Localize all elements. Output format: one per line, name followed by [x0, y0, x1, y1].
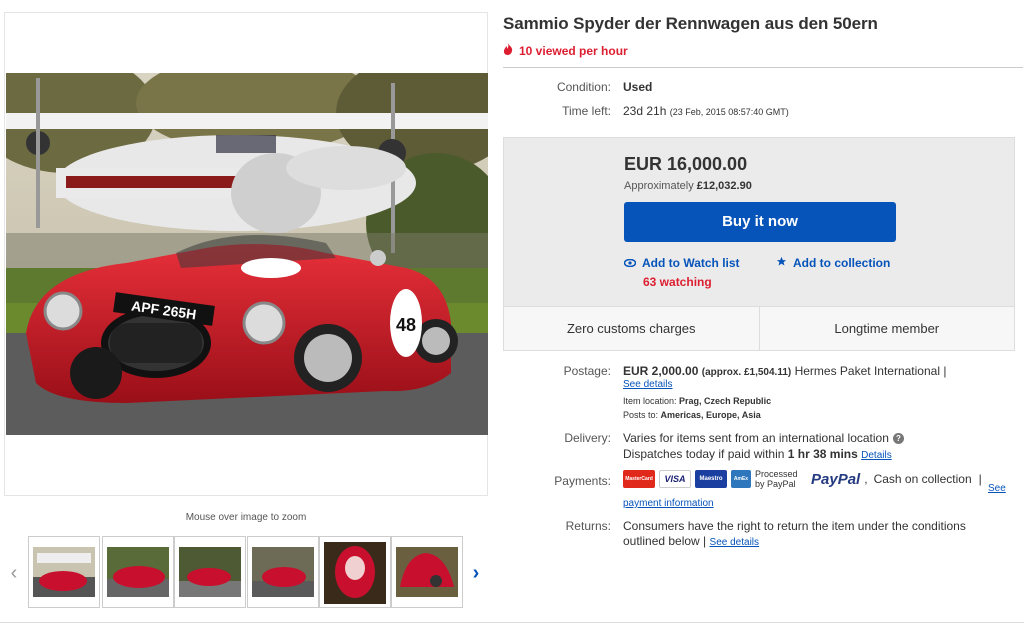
item-title: Sammio Spyder der Rennwagen aus den 50er…	[503, 14, 878, 33]
posts-to-label: Posts to:	[623, 410, 659, 420]
hot-text: 10 viewed per hour	[519, 43, 628, 58]
price-approx-prefix: Approximately	[624, 180, 697, 192]
price-box: EUR 16,000.00 Approximately £12,032.90 B…	[503, 137, 1015, 307]
postage-value: EUR 2,000.00 (approx. £1,504.11) Hermes …	[623, 364, 1013, 378]
buy-it-now-button[interactable]: Buy it now	[624, 202, 896, 242]
item-location: Item location: Prag, Czech Republic	[623, 396, 771, 406]
flame-icon	[503, 43, 513, 58]
returns-label: Returns:	[565, 519, 611, 533]
thumbnail-4[interactable]	[247, 536, 319, 608]
thumbnail-1[interactable]	[28, 536, 100, 608]
condition-value: Used	[623, 80, 653, 94]
condition-label: Condition:	[556, 80, 611, 94]
item-location-value: Prag, Czech Republic	[679, 396, 772, 406]
returns-text: Consumers have the right to return the i…	[623, 519, 966, 548]
time-left-value: 23d 21h (23 Feb, 2015 08:57:40 GMT)	[623, 104, 789, 118]
main-image-frame[interactable]: 48 APF 265H	[4, 12, 488, 496]
dispatch-prefix: Dispatches today if paid within	[623, 447, 788, 461]
thumbnail-6[interactable]	[391, 536, 463, 608]
posts-to: Posts to: Americas, Europe, Asia	[623, 410, 761, 420]
postage-approx: (approx. £1,504.11)	[701, 367, 792, 378]
postage-service: Hermes Paket International |	[794, 364, 947, 378]
star-icon	[776, 256, 787, 270]
item-location-label: Item location:	[623, 396, 677, 406]
seller-badges: Zero customs charges Longtime member	[503, 307, 1015, 351]
returns-see-details-link[interactable]: See details	[710, 537, 759, 548]
postage-label: Postage:	[563, 364, 611, 378]
badge-zero-customs: Zero customs charges	[504, 307, 760, 350]
payments-label: Payments:	[554, 474, 611, 488]
divider	[0, 622, 1024, 623]
eye-icon	[623, 256, 637, 270]
time-left-duration: 23d 21h	[623, 104, 667, 118]
watch-list-label: Add to Watch list	[642, 256, 740, 270]
divider	[503, 67, 1023, 68]
time-left-label: Time left:	[562, 104, 611, 118]
returns-policy: Consumers have the right to return the i…	[623, 519, 998, 550]
postage-amount: EUR 2,000.00	[623, 364, 699, 378]
postage-see-details[interactable]: See details	[623, 379, 672, 390]
see-payment-information[interactable]: See payment information	[623, 483, 1006, 509]
chevron-right-icon[interactable]: ›	[466, 558, 486, 588]
chevron-left-icon[interactable]: ‹	[4, 558, 24, 588]
postage-see-details-link[interactable]: See details	[623, 379, 672, 390]
time-left-end: (23 Feb, 2015 08:57:40 GMT)	[669, 107, 789, 117]
add-to-watch-list-link[interactable]: Add to Watch list	[623, 256, 740, 270]
thumbnail-3[interactable]	[174, 536, 246, 608]
delivery-details-link[interactable]: Details	[861, 450, 892, 461]
delivery-line-1: Varies for items sent from an internatio…	[623, 431, 904, 445]
price: EUR 16,000.00	[624, 154, 748, 174]
hot-indicator: 10 viewed per hour	[503, 43, 628, 58]
dispatch-time: 1 hr 38 mins	[787, 447, 858, 461]
thumbnail-5[interactable]	[319, 536, 391, 608]
price-approx: Approximately £12,032.90	[624, 180, 752, 192]
thumbnail-2[interactable]	[102, 536, 174, 608]
thumbnail-strip: ‹ ›	[4, 536, 488, 612]
zoom-hint: Mouse over image to zoom	[185, 512, 307, 523]
main-product-image[interactable]: 48 APF 265H	[6, 73, 488, 435]
add-to-collection-link[interactable]: Add to collection	[776, 256, 890, 270]
watching-count: 63 watching	[643, 275, 712, 289]
car-race-number: 48	[396, 315, 416, 335]
badge-longtime-member: Longtime member	[759, 307, 1014, 350]
payment-information-link[interactable]: See payment information	[623, 481, 1013, 511]
posts-to-value: Americas, Europe, Asia	[660, 410, 761, 420]
price-approx-value: £12,032.90	[696, 180, 752, 192]
delivery-line-2: Dispatches today if paid within 1 hr 38 …	[623, 447, 892, 461]
collection-label: Add to collection	[793, 256, 891, 270]
delivery-text: Varies for items sent from an internatio…	[623, 431, 889, 445]
delivery-label: Delivery:	[564, 431, 611, 445]
help-icon[interactable]: ?	[892, 432, 904, 444]
